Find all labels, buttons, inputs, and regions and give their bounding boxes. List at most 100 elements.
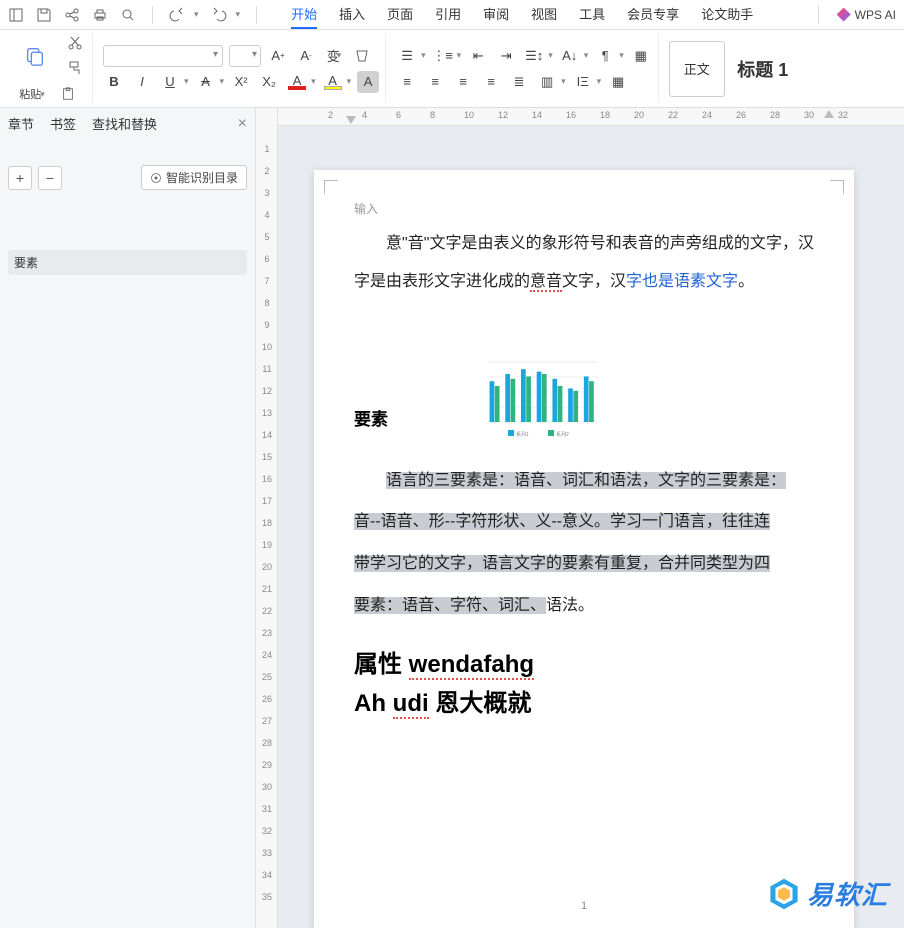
cut-button[interactable] (64, 32, 86, 54)
tab-start[interactable]: 开始 (291, 0, 317, 29)
body-paragraph[interactable]: 意"音"文字是由表义的象形符号和表音的声旁组成的文字，汉字是由表形文字进化成的意… (354, 225, 814, 302)
shading-button[interactable]: ▦ (607, 71, 629, 93)
print-preview-icon[interactable] (120, 7, 136, 23)
svg-text:系列1: 系列1 (516, 431, 529, 438)
share-icon[interactable] (64, 7, 80, 23)
page-scroll[interactable]: 输入 意"音"文字是由表义的象形符号和表音的声旁组成的文字，汉字是由表形文字进化… (278, 126, 904, 928)
numbering-button[interactable]: ⋮≡ (432, 45, 454, 67)
tab-tools[interactable]: 工具 (579, 0, 605, 29)
align-right-button[interactable]: ≡ (452, 71, 474, 93)
undo-icon[interactable] (169, 7, 185, 23)
para-marks-button[interactable]: ¶ (594, 45, 616, 67)
indent-button[interactable]: ⇥ (495, 45, 517, 67)
horizontal-ruler[interactable]: 2468101214161820222426283032 (278, 108, 904, 126)
clipboard-extra-button[interactable] (57, 83, 79, 105)
change-case-button[interactable]: 变▾ (323, 45, 345, 67)
bullets-button[interactable]: ☰ (396, 45, 418, 67)
font-color-dropdown[interactable]: ▾ (311, 76, 316, 87)
selected-paragraph[interactable]: 语言的三要素是：语音、词汇和语法，文字的三要素是： 音--语音、形--字符形状、… (354, 460, 814, 626)
title-text: 恩大概就 (429, 690, 532, 717)
wps-ai-icon (837, 8, 851, 22)
print-icon[interactable] (92, 7, 108, 23)
indent-marker-first[interactable] (346, 116, 356, 124)
superscript-button[interactable]: X² (230, 71, 252, 93)
tab-member[interactable]: 会员专享 (627, 0, 679, 29)
sidebar-tab-findreplace[interactable]: 查找和替换 (92, 114, 157, 133)
para-link[interactable]: 字也是语素文字 (626, 273, 738, 290)
align-left-button[interactable]: ≡ (396, 71, 418, 93)
shrink-font-button[interactable]: A- (295, 45, 317, 67)
format-painter-button[interactable] (64, 57, 86, 79)
ruler-tick: 6 (261, 254, 273, 264)
outline-item[interactable]: 要素 (8, 250, 247, 275)
grow-font-button[interactable]: A+ (267, 45, 289, 67)
distributed-button[interactable]: ≣ (508, 71, 530, 93)
para-marks-dropdown[interactable]: ▾ (619, 50, 624, 61)
paste-dropdown[interactable]: ▾ (40, 89, 45, 100)
text-direction-button[interactable]: IΞ (572, 71, 594, 93)
subscript-button[interactable]: X₂ (258, 71, 280, 93)
sidebar-close-button[interactable]: × (238, 115, 247, 133)
text-dir-dropdown[interactable]: ▾ (597, 76, 602, 87)
align-justify-button[interactable]: ≡ (480, 71, 502, 93)
italic-button[interactable]: I (131, 71, 153, 93)
copy-button[interactable] (12, 45, 58, 67)
strike-dropdown[interactable]: ▾ (220, 76, 225, 87)
columns-dropdown[interactable]: ▾ (561, 76, 566, 87)
collapse-button[interactable]: − (38, 166, 62, 190)
tab-page[interactable]: 页面 (387, 0, 413, 29)
vertical-ruler[interactable]: 1234567891011121314151617181920212223242… (256, 108, 278, 928)
ruler-tick: 14 (261, 430, 273, 440)
save-icon[interactable] (36, 7, 52, 23)
font-family-combo[interactable] (103, 45, 223, 67)
style-heading1[interactable]: 标题 1 (735, 41, 791, 97)
title-text: Ah (354, 690, 393, 717)
char-shading-button[interactable]: A (357, 71, 379, 93)
sel-link[interactable]: 语法 (546, 597, 578, 614)
document-page[interactable]: 输入 意"音"文字是由表义的象形符号和表音的声旁组成的文字，汉字是由表形文字进化… (314, 170, 854, 928)
numbering-dropdown[interactable]: ▾ (457, 50, 462, 61)
underline-button[interactable]: U (159, 71, 181, 93)
outdent-button[interactable]: ⇤ (467, 45, 489, 67)
columns-button[interactable]: ▥ (536, 71, 558, 93)
sidebar-tab-bookmarks[interactable]: 书签 (50, 114, 76, 133)
undo-dropdown[interactable]: ▾ (194, 9, 199, 20)
sort-button[interactable]: A↓ (559, 45, 581, 67)
index-icon[interactable] (8, 7, 24, 23)
style-body[interactable]: 正文 (669, 41, 725, 97)
highlight-button[interactable]: A (322, 71, 344, 93)
underline-dropdown[interactable]: ▾ (184, 76, 189, 87)
smart-outline-button[interactable]: 智能识别目录 (141, 165, 247, 190)
sidebar-tab-chapters[interactable]: 章节 (8, 114, 34, 133)
heading-elements[interactable]: 要素 (354, 405, 388, 430)
clear-format-button[interactable] (351, 45, 373, 67)
tab-reference[interactable]: 引用 (435, 0, 461, 29)
redo-dropdown[interactable]: ▾ (236, 9, 241, 20)
tab-view[interactable]: 视图 (531, 0, 557, 29)
indent-marker-right[interactable] (824, 110, 834, 118)
font-color-button[interactable]: A (286, 71, 308, 93)
ruler-tick: 23 (261, 628, 273, 638)
bullets-dropdown[interactable]: ▾ (421, 50, 426, 61)
embedded-chart[interactable]: 系列1系列2 (478, 352, 608, 442)
tab-thesis[interactable]: 论文助手 (701, 0, 753, 29)
divider (152, 6, 153, 24)
tab-insert[interactable]: 插入 (339, 0, 365, 29)
linespacing-button[interactable]: ☰↕ (523, 45, 545, 67)
wps-ai-button[interactable]: WPS AI (837, 8, 896, 22)
paste-label[interactable]: 粘贴 (19, 86, 41, 102)
borders-button[interactable]: ▦ (630, 45, 652, 67)
highlight-dropdown[interactable]: ▾ (347, 76, 352, 87)
align-center-button[interactable]: ≡ (424, 71, 446, 93)
redo-icon[interactable] (211, 7, 227, 23)
strike-button[interactable]: A (195, 71, 217, 93)
bold-button[interactable]: B (103, 71, 125, 93)
tab-review[interactable]: 审阅 (483, 0, 509, 29)
ruler-tick: 21 (261, 584, 273, 594)
font-size-combo[interactable] (229, 45, 261, 67)
sort-dropdown[interactable]: ▾ (584, 50, 589, 61)
clipboard-group: 粘贴 ▾ (6, 34, 93, 103)
title-block[interactable]: 属性 wendafahg Ah udi 恩大概就 (354, 646, 814, 723)
expand-button[interactable]: + (8, 166, 32, 190)
linespacing-dropdown[interactable]: ▾ (548, 50, 553, 61)
